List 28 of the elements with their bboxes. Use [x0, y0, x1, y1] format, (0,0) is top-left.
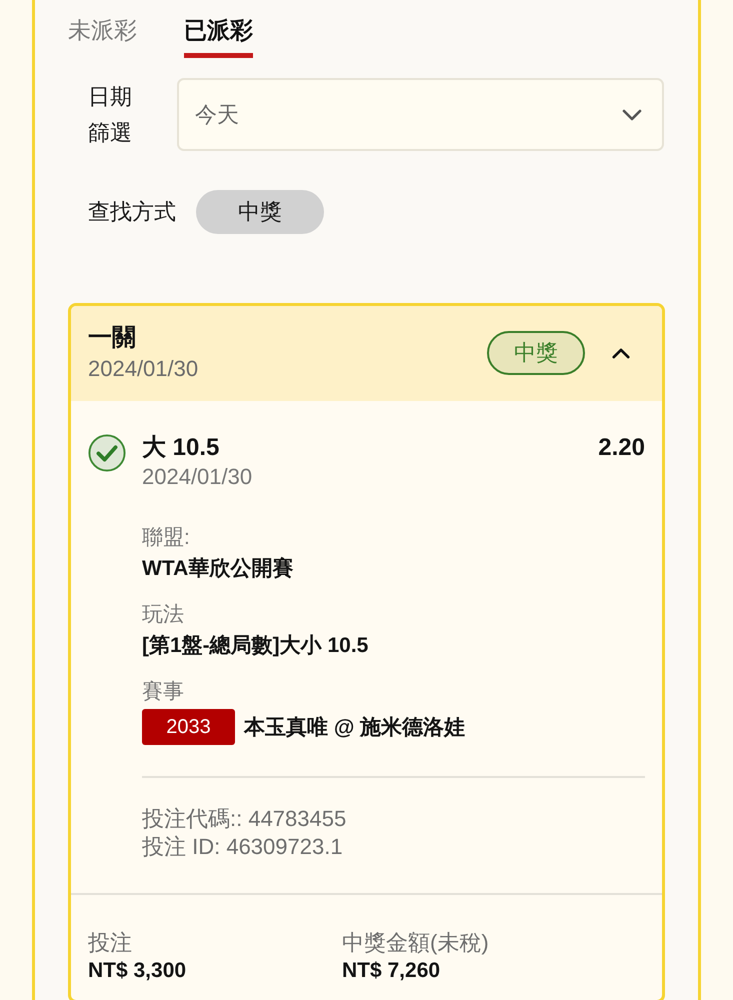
status-badge: 中獎: [487, 331, 585, 375]
bet-code-text: 投注代碼:: 44783455: [142, 805, 346, 833]
date-select[interactable]: 今天: [177, 78, 664, 151]
chevron-up-icon[interactable]: [612, 348, 630, 358]
total-label: 中獎金額(未稅): [342, 929, 489, 957]
search-by-label: 查找方式: [88, 198, 176, 226]
detail-value: WTA華欣公開賽: [142, 556, 294, 582]
tab[interactable]: 已派彩: [184, 12, 253, 58]
bet-type-title: 一關: [88, 323, 136, 353]
filter-chip[interactable]: 中獎: [196, 190, 324, 234]
detail-label: 玩法: [142, 602, 184, 628]
bet-date: 2024/01/30: [88, 355, 198, 383]
bet-id-text: 投注 ID: 46309723.1: [142, 833, 343, 861]
card-header[interactable]: 一關 2024/01/30 中獎: [71, 306, 662, 401]
total-value: NT$ 3,300: [88, 958, 186, 984]
total-value: NT$ 7,260: [342, 958, 440, 984]
detail-label: 聯盟:: [142, 525, 190, 551]
detail-value: [第1盤-總局數]大小 10.5: [142, 633, 368, 659]
chevron-down-icon: [622, 108, 642, 120]
event-code-badge: 2033: [142, 709, 235, 745]
tab[interactable]: 未派彩: [68, 12, 137, 58]
detail-value: 本玉真唯 @ 施米德洛娃: [244, 714, 466, 740]
date-filter-label: 日期篩選: [88, 82, 133, 146]
odds-value: 2.20: [598, 433, 645, 463]
selection-date: 2024/01/30: [142, 463, 252, 491]
detail-label: 賽事: [142, 679, 184, 705]
total-label: 投注: [88, 929, 132, 957]
selection-name: 大 10.5: [142, 433, 220, 463]
